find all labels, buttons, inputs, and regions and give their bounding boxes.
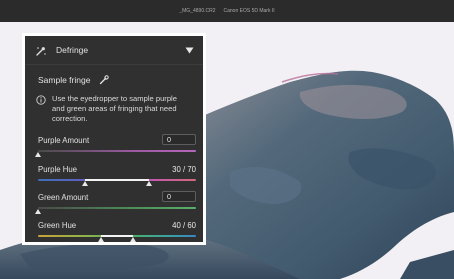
green-amount-input[interactable]: 0 [162, 191, 196, 202]
info-text: Use the eyedropper to sample purple and … [52, 94, 177, 123]
green-hue-control: Green Hue 40 / 60 [38, 221, 196, 246]
purple-hue-thumb-low[interactable] [82, 181, 89, 186]
titlebar-filename: _MG_4890.CR2 [179, 8, 216, 14]
green-amount-thumb[interactable] [35, 209, 41, 214]
panel-header[interactable]: Defringe [25, 36, 203, 65]
green-amount-control: Green Amount 0 [35, 191, 196, 218]
eyedropper-icon[interactable] [99, 75, 110, 85]
eyedropper-sparkle-icon [35, 44, 47, 56]
panel-title: Defringe [56, 45, 89, 55]
purple-hue-thumb-high[interactable] [145, 181, 152, 186]
green-hue-thumb-high[interactable] [129, 237, 136, 242]
window-titlebar: _MG_4890.CR2 Canon EOS 5D Mark II [0, 0, 454, 22]
purple-amount-thumb[interactable] [35, 152, 41, 157]
sample-fringe-row: Sample fringe [25, 65, 203, 85]
green-hue-label: Green Hue [38, 221, 77, 230]
collapse-button[interactable] [183, 44, 195, 56]
green-hue-range [101, 235, 133, 237]
info-icon [36, 95, 46, 105]
purple-amount-slider[interactable] [38, 150, 196, 152]
sample-fringe-label: Sample fringe [38, 75, 91, 85]
purple-amount-label: Purple Amount [38, 136, 90, 145]
green-hue-thumb-low[interactable] [98, 237, 105, 242]
purple-amount-control: Purple Amount 0 [35, 134, 196, 161]
chevron-down-icon [185, 47, 193, 53]
purple-amount-input[interactable]: 0 [162, 134, 196, 145]
green-amount-label: Green Amount [38, 193, 89, 202]
info-message: Use the eyedropper to sample purple and … [25, 85, 203, 124]
defringe-panel: Defringe Sample fringe Use the eyedroppe… [22, 33, 206, 245]
green-hue-value: 40 / 60 [172, 221, 196, 230]
green-amount-slider[interactable] [38, 207, 196, 209]
purple-hue-label: Purple Hue [38, 165, 78, 174]
titlebar-camera: Canon EOS 5D Mark II [223, 8, 275, 14]
purple-hue-control: Purple Hue 30 / 70 [38, 165, 196, 190]
purple-hue-range [85, 179, 149, 181]
purple-hue-value: 30 / 70 [172, 165, 196, 174]
